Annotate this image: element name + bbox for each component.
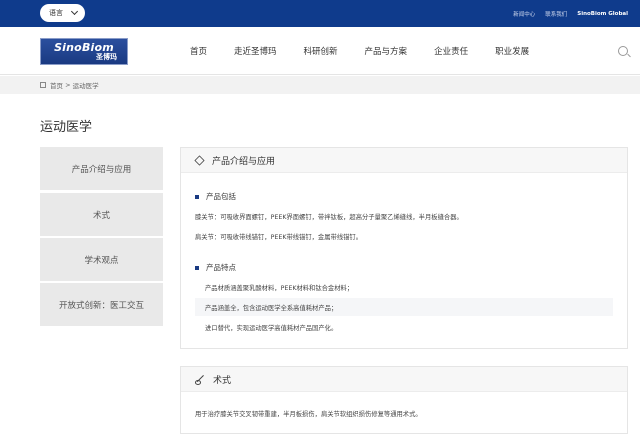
language-selector[interactable]: 语言 (40, 4, 85, 22)
bullet-square-icon (195, 194, 199, 199)
sidebar-item-open-innovation[interactable]: 开放式创新：医工交互 (40, 283, 163, 326)
layers-icon (194, 154, 205, 166)
panel-techniques-header: 术式 (181, 367, 627, 392)
top-link-global[interactable]: SinoBiom Global (577, 11, 628, 17)
wrench-icon (195, 374, 205, 385)
logo-cn: 圣博玛 (96, 53, 117, 61)
top-link-contact[interactable]: 联系我们 (545, 10, 567, 18)
top-links: 新闻中心 联系我们 SinoBiom Global (513, 0, 628, 27)
nav-item-careers[interactable]: 职业发展 (495, 45, 529, 57)
features-line-coverage: 产品涵盖全，包含运动医学全系高值耗材产品； (195, 298, 613, 316)
nav-item-about[interactable]: 走近圣博玛 (234, 45, 277, 57)
nav-item-home[interactable]: 首页 (190, 45, 207, 57)
panel-techniques-title: 术式 (213, 375, 232, 386)
chevron-down-icon (70, 7, 79, 16)
sidebar-item-techniques[interactable]: 术式 (40, 193, 163, 236)
includes-line-shoulder: 肩关节：可吸收带线锚钉，PEEK带线锚钉，金属带线锚钉。 (195, 234, 363, 241)
search-icon[interactable] (618, 46, 628, 56)
sidebar-item-academic[interactable]: 学术观点 (40, 238, 163, 281)
features-line-materials: 产品材质涵盖聚乳酸材料，PEEK材料和钛合金材料； (205, 285, 354, 292)
includes-line-knee: 膝关节：可吸收界面螺钉，PEEK界面螺钉，带袢钛板，超高分子量聚乙烯缝线，半月板… (195, 214, 463, 221)
breadcrumb-home[interactable]: 首页 (50, 80, 63, 90)
breadcrumb-separator: > (63, 81, 73, 89)
breadcrumb-current: 运动医学 (72, 82, 99, 90)
sidebar-item-products[interactable]: 产品介绍与应用 (40, 147, 163, 190)
breadcrumb: 首页 > 运动医学 (40, 76, 99, 94)
main-header: SinoBiom 圣博玛 首页 走近圣博玛 科研创新 产品与方案 企业责任 职业… (0, 27, 640, 75)
top-bar: 语言 新闻中心 联系我们 SinoBiom Global (0, 0, 640, 27)
page-title: 运动医学 (40, 120, 93, 135)
nav-item-research[interactable]: 科研创新 (304, 45, 338, 57)
top-link-news[interactable]: 新闻中心 (513, 10, 535, 18)
techniques-text: 用于治疗膝关节交叉韧带重建，半月板损伤，肩关节软组织损伤修复等通用术式。 (195, 411, 422, 418)
section-includes-label: 产品包括 (206, 192, 236, 201)
main-nav: 首页 走近圣博玛 科研创新 产品与方案 企业责任 职业发展 (190, 27, 556, 75)
breadcrumb-bar: 首页 > 运动医学 (0, 76, 640, 94)
panel-products: 产品介绍与应用 产品包括 膝关节：可吸收界面螺钉，PEEK界面螺钉，带袢钛板，超… (180, 147, 628, 349)
panel-products-header: 产品介绍与应用 (181, 148, 627, 173)
features-line-domestic: 进口替代，实现运动医学高值耗材产品国产化。 (205, 325, 338, 332)
nav-item-responsibility[interactable]: 企业责任 (434, 45, 468, 57)
panel-products-title: 产品介绍与应用 (212, 156, 276, 167)
logo-en: SinoBiom (54, 41, 114, 54)
panel-techniques: 术式 用于治疗膝关节交叉韧带重建，半月板损伤，肩关节软组织损伤修复等通用术式。 (180, 366, 628, 434)
bullet-square-icon (195, 265, 199, 270)
home-icon (40, 82, 46, 88)
nav-item-products[interactable]: 产品与方案 (365, 45, 408, 57)
logo[interactable]: SinoBiom 圣博玛 (40, 38, 128, 65)
section-features-title: 产品特点 (195, 262, 236, 273)
language-label: 语言 (49, 9, 63, 17)
section-includes-title: 产品包括 (195, 191, 236, 202)
section-features-label: 产品特点 (206, 263, 236, 272)
